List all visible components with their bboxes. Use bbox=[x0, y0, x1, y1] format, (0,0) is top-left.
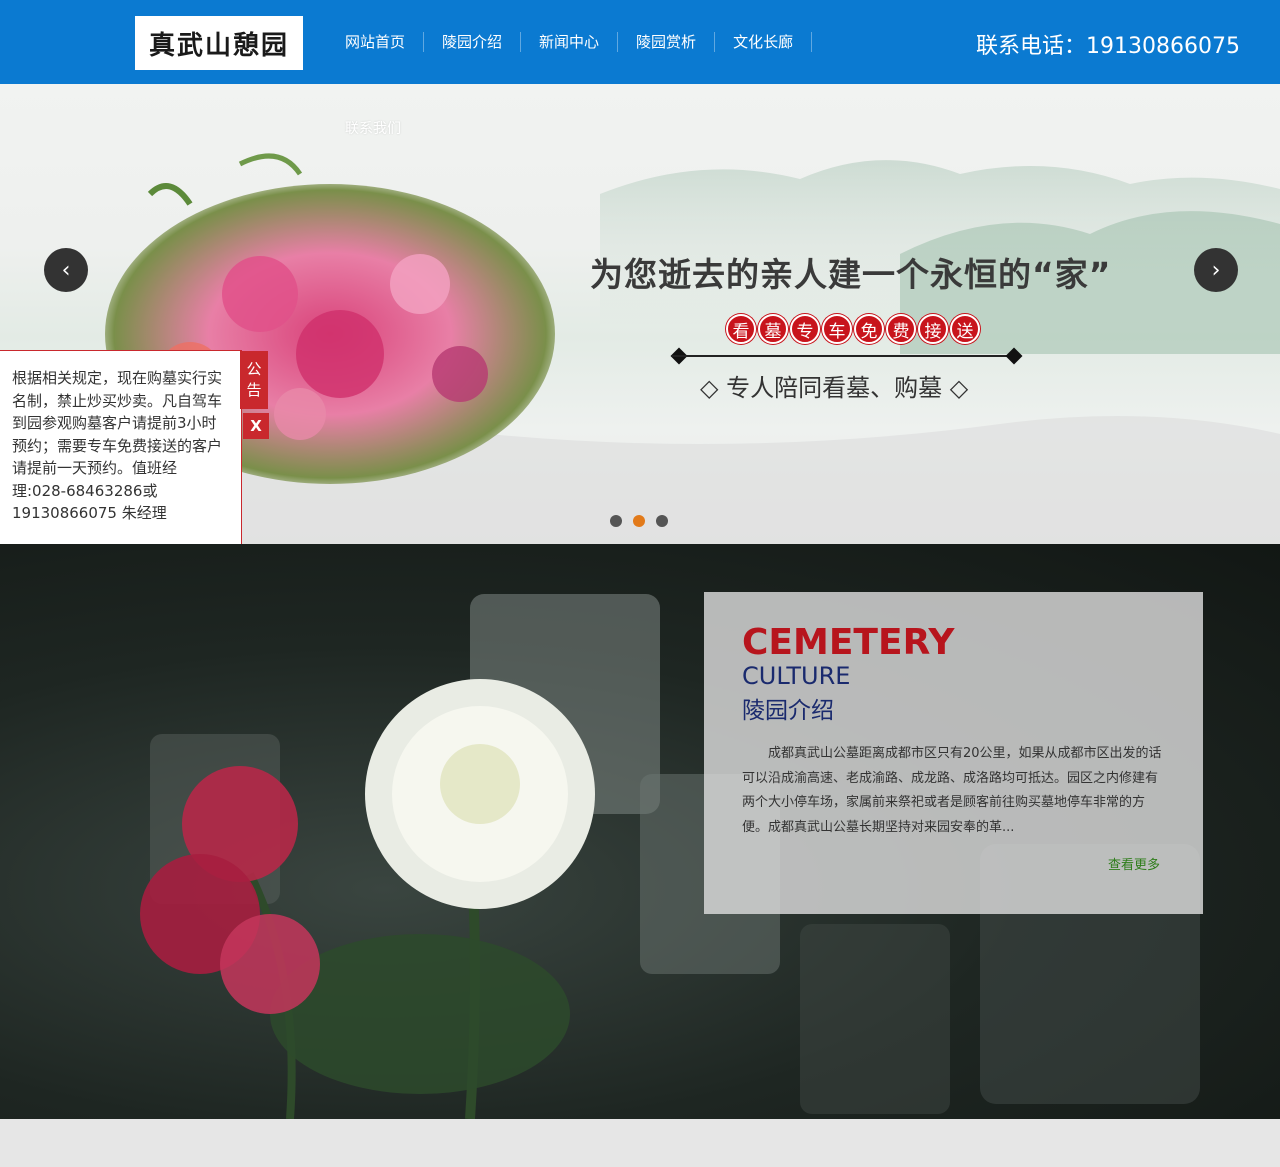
slogan-char: 墓 bbox=[758, 314, 788, 344]
slogan-char: 车 bbox=[822, 314, 852, 344]
nav-item-gallery[interactable]: 陵园赏析 bbox=[618, 32, 716, 52]
decorative-divider bbox=[672, 355, 1020, 357]
site-logo[interactable]: 真武山憩园 bbox=[135, 16, 303, 70]
slogan-char: 接 bbox=[918, 314, 948, 344]
intro-title-en-2: CULTURE bbox=[742, 662, 851, 690]
slogan-char: 看 bbox=[726, 314, 756, 344]
slogan-char: 专 bbox=[790, 314, 820, 344]
notice-close-button[interactable]: X bbox=[243, 413, 269, 439]
slogan-char: 送 bbox=[950, 314, 980, 344]
cemetery-intro-section: CEMETERY CULTURE 陵园介绍 成都真武山公墓距离成都市区只有20公… bbox=[0, 544, 1280, 1119]
notice-panel: 根据相关规定，现在购墓实行实名制，禁止炒买炒卖。凡自驾车到园参观购墓客户请提前3… bbox=[0, 350, 269, 553]
contact-phone: 联系电话：19130866075 bbox=[976, 34, 1240, 59]
intro-card: CEMETERY CULTURE 陵园介绍 成都真武山公墓距离成都市区只有20公… bbox=[704, 592, 1203, 914]
slogan-char: 费 bbox=[886, 314, 916, 344]
slider-next-button[interactable]: › bbox=[1194, 248, 1238, 292]
intro-body-text: 成都真武山公墓距离成都市区只有20公里，如果从成都市区出发的话可以沿成渝高速、老… bbox=[742, 746, 1162, 835]
intro-title-cn: 陵园介绍 bbox=[742, 698, 834, 724]
chevron-left-icon: ‹ bbox=[61, 257, 71, 283]
site-header: 真武山憩园 网站首页 陵园介绍 新闻中心 陵园赏析 文化长廊 联系电话：1913… bbox=[0, 0, 1280, 84]
banner-slogan-circles: 看 墓 专 车 免 费 接 送 bbox=[726, 314, 982, 344]
nav-item-news[interactable]: 新闻中心 bbox=[521, 32, 619, 52]
chevron-right-icon: › bbox=[1211, 257, 1221, 283]
main-nav: 网站首页 陵园介绍 新闻中心 陵园赏析 文化长廊 bbox=[327, 0, 813, 84]
slider-dot[interactable] bbox=[656, 515, 668, 527]
intro-title-en-1: CEMETERY bbox=[742, 622, 955, 663]
nav-item-home[interactable]: 网站首页 bbox=[327, 32, 425, 52]
notice-tab[interactable]: 公告 bbox=[240, 351, 268, 409]
slider-prev-button[interactable]: ‹ bbox=[44, 248, 88, 292]
nav-item-cemetery-intro[interactable]: 陵园介绍 bbox=[424, 32, 522, 52]
slider-pagination bbox=[610, 515, 679, 527]
banner-headline: 为您逝去的亲人建一个永恒的“家” bbox=[590, 255, 1112, 294]
nav-item-culture[interactable]: 文化长廊 bbox=[715, 32, 813, 52]
notice-text: 根据相关规定，现在购墓实行实名制，禁止炒买炒卖。凡自驾车到园参观购墓客户请提前3… bbox=[12, 369, 223, 522]
slogan-char: 免 bbox=[854, 314, 884, 344]
banner-subline: ◇ 专人陪同看墓、购墓 ◇ bbox=[700, 374, 969, 402]
banner-contact-link[interactable]: 联系我们 bbox=[345, 118, 401, 138]
slider-dot[interactable] bbox=[610, 515, 622, 527]
view-more-link[interactable]: 查看更多 bbox=[1108, 854, 1160, 873]
slider-dot-active[interactable] bbox=[633, 515, 645, 527]
